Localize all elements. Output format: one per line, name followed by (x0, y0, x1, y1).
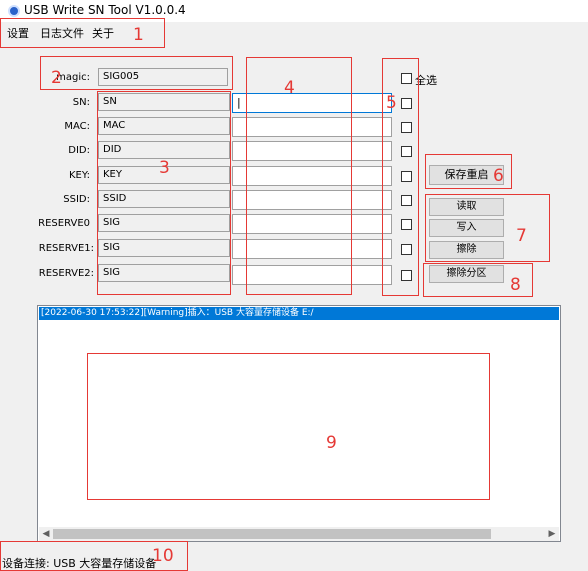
ssid-label: SSID: (63, 194, 90, 205)
log-list[interactable]: [2022-06-30 17:53:22][Warning]插入：USB 大容量… (37, 305, 561, 542)
reserve0-input[interactable] (232, 214, 392, 234)
mac-checkbox[interactable] (401, 122, 412, 133)
log-line[interactable]: [2022-06-30 17:53:22][Warning]插入：USB 大容量… (39, 307, 559, 320)
window-title: USB Write SN Tool V1.0.0.4 (24, 3, 186, 17)
title-bar: USB Write SN Tool V1.0.0.4 (0, 0, 588, 22)
ssid-checkbox[interactable] (401, 195, 412, 206)
reserve2-value: SIG (98, 264, 230, 282)
sn-input[interactable]: | (232, 93, 392, 113)
app-icon (8, 5, 20, 17)
reserve1-label: RESERVE1: (38, 243, 94, 254)
reserve2-checkbox[interactable] (401, 270, 412, 281)
ssid-input[interactable] (232, 190, 392, 210)
select-all-label: 全选 (415, 74, 437, 87)
reserve1-checkbox[interactable] (401, 244, 412, 255)
erase-button[interactable]: 擦除 (429, 241, 504, 259)
key-input[interactable] (232, 166, 392, 186)
menu-bar (0, 22, 588, 42)
mac-input[interactable] (232, 117, 392, 137)
did-checkbox[interactable] (401, 146, 412, 157)
did-input[interactable] (232, 141, 392, 161)
key-value: KEY (98, 166, 230, 184)
scroll-left-icon[interactable]: ◀ (39, 527, 53, 541)
did-value: DID (98, 141, 230, 159)
reserve0-label: RESERVE0 (38, 218, 90, 229)
reserve2-input[interactable] (232, 265, 392, 285)
reserve0-checkbox[interactable] (401, 219, 412, 230)
key-label: KEY: (68, 170, 90, 181)
reserve1-input[interactable] (232, 239, 392, 259)
scroll-right-icon[interactable]: ▶ (545, 527, 559, 541)
did-label: DID: (68, 145, 90, 156)
erase-partition-button[interactable]: 擦除分区 (429, 265, 504, 283)
menu-log-file[interactable]: 日志文件 (40, 25, 84, 41)
scroll-thumb[interactable] (53, 529, 491, 539)
write-button[interactable]: 写入 (429, 219, 504, 237)
mac-value: MAC (98, 117, 230, 135)
mac-label: MAC: (64, 121, 90, 132)
key-checkbox[interactable] (401, 171, 412, 182)
sn-label: SN: (72, 97, 90, 108)
reserve1-value: SIG (98, 239, 230, 257)
status-bar: 设备连接: USB 大容量存储设备 (0, 548, 588, 571)
reserve2-label: RESERVE2: (38, 268, 94, 279)
sn-value: SN (98, 93, 230, 111)
reserve0-value: SIG (98, 214, 230, 232)
read-button[interactable]: 读取 (429, 198, 504, 216)
menu-settings[interactable]: 设置 (7, 25, 29, 41)
magic-label: magic: (56, 72, 90, 83)
select-all-checkbox[interactable] (401, 73, 412, 84)
sn-checkbox[interactable] (401, 98, 412, 109)
annotation-number-7: 7 (516, 226, 527, 246)
status-text: 设备连接: USB 大容量存储设备 (2, 557, 157, 570)
annotation-number-8: 8 (510, 275, 521, 295)
save-restart-button[interactable]: 保存重启 (429, 165, 504, 185)
magic-field: SIG005 (98, 68, 228, 86)
ssid-value: SSID (98, 190, 230, 208)
menu-about[interactable]: 关于 (92, 25, 114, 41)
horizontal-scrollbar[interactable]: ◀ ▶ (39, 527, 559, 541)
